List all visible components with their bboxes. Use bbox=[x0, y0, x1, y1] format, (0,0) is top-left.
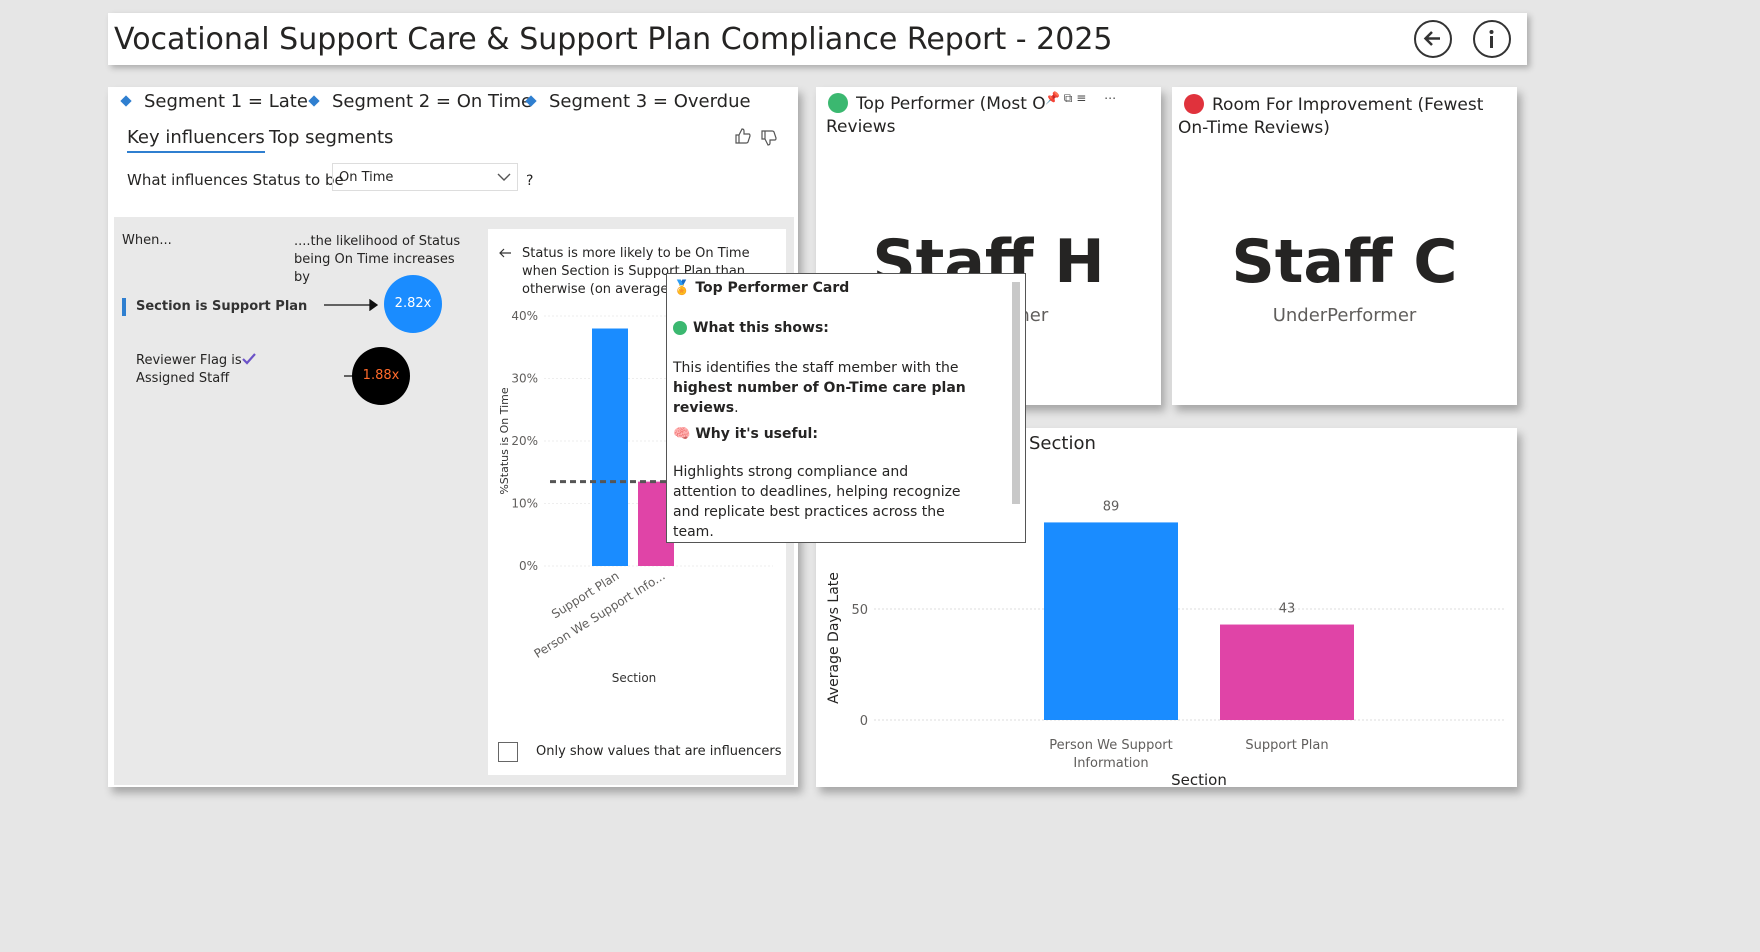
diamond-icon bbox=[120, 95, 132, 107]
room-for-improvement-card[interactable]: Room For Improvement (Fewest On-Time Rev… bbox=[1172, 87, 1517, 405]
y-tick-label: 0% bbox=[519, 559, 538, 573]
influencer-label-1[interactable]: Section is Support Plan bbox=[136, 299, 307, 314]
room-improvement-title: Room For Improvement (Fewest bbox=[1212, 95, 1484, 115]
dropdown-value: On Time bbox=[339, 170, 394, 185]
thumbs-up-icon[interactable] bbox=[734, 127, 752, 145]
back-arrow-icon[interactable] bbox=[498, 248, 512, 258]
question-label: What influences Status to be bbox=[127, 171, 344, 189]
data-label: 89 bbox=[1103, 499, 1120, 514]
selection-indicator bbox=[122, 298, 126, 316]
checkmark-icon bbox=[242, 353, 256, 365]
green-circle-icon bbox=[828, 93, 848, 113]
visual-header-icons[interactable]: 📌 ⧉ ≡ ⋯ bbox=[1045, 91, 1117, 106]
top-performer-title: Top Performer (Most On-Time Reviews bbox=[856, 94, 1046, 114]
thumbs-down-icon[interactable] bbox=[760, 129, 778, 147]
bar bbox=[592, 328, 628, 566]
x-tick-label: Information bbox=[1073, 756, 1148, 771]
underperformer-name: Staff C bbox=[1231, 227, 1458, 297]
tooltip-why-text: Highlights strong compliance and attenti… bbox=[673, 464, 961, 540]
y-tick-label: 30% bbox=[511, 372, 538, 386]
data-label: 43 bbox=[1279, 602, 1296, 617]
tooltip-what-text: This identifies the staff member with th… bbox=[673, 360, 966, 416]
y-tick-label: 0 bbox=[860, 714, 868, 729]
chevron-down-icon bbox=[497, 173, 511, 181]
influencer-bubble-2[interactable]: 1.88x bbox=[352, 347, 410, 405]
y-tick-label: 40% bbox=[511, 309, 538, 323]
y-axis-title: Average Days Late bbox=[826, 572, 842, 704]
influencer-bubble-1[interactable]: 2.82x bbox=[384, 275, 442, 333]
report-title: Vocational Support Care & Support Plan C… bbox=[114, 22, 1113, 57]
tooltip-title-row: 🏅 Top Performer Card bbox=[673, 280, 850, 296]
tooltip-why-heading: 🧠 Why it's useful: bbox=[673, 426, 818, 442]
y-tick-label: 50 bbox=[851, 603, 868, 618]
underperformer-subtitle: UnderPerformer bbox=[1272, 305, 1417, 326]
col-when-header: When... bbox=[122, 233, 172, 248]
back-arrow-icon[interactable] bbox=[1414, 20, 1452, 58]
pin-icon[interactable]: 📌 bbox=[1045, 91, 1060, 105]
legend-segment-3: Segment 3 = Overdue bbox=[525, 91, 751, 112]
brain-icon: 🧠 bbox=[673, 426, 691, 442]
report-title-bar: Vocational Support Care & Support Plan C… bbox=[108, 13, 1527, 65]
tab-key-influencers[interactable]: Key influencers bbox=[127, 127, 265, 153]
x-tick-label: Person We Support bbox=[1049, 738, 1172, 753]
tab-top-segments[interactable]: Top segments bbox=[269, 127, 393, 148]
y-axis-title: %Status is On Time bbox=[498, 387, 511, 495]
copy-icon[interactable]: ⧉ bbox=[1064, 91, 1073, 105]
x-axis-title: Section bbox=[612, 671, 657, 685]
col-likelihood-header: ....the likelihood of Status being On Ti… bbox=[294, 234, 461, 285]
green-circle-icon bbox=[673, 321, 687, 335]
y-tick-label: 10% bbox=[511, 497, 538, 511]
medal-icon: 🏅 bbox=[673, 280, 691, 296]
x-axis-title: Section bbox=[1171, 771, 1227, 787]
diamond-icon bbox=[308, 95, 320, 107]
legend-segment-2: Segment 2 = On Time bbox=[308, 91, 532, 112]
diamond-icon bbox=[525, 95, 537, 107]
filter-icon[interactable]: ≡ bbox=[1076, 91, 1086, 105]
arrow-right-icon bbox=[324, 299, 379, 311]
top-performer-tooltip: 🏅 Top Performer Card What this shows: Th… bbox=[666, 273, 1026, 543]
tooltip-what-heading: What this shows: bbox=[673, 320, 829, 336]
y-tick-label: 20% bbox=[511, 434, 538, 448]
status-dropdown[interactable]: On Time bbox=[332, 163, 518, 191]
legend-segment-1: Segment 1 = Late bbox=[120, 91, 308, 112]
influencer-label-2[interactable]: Reviewer Flag is Assigned Staff bbox=[136, 352, 256, 388]
checkbox-label: Only show values that are influencers bbox=[536, 744, 782, 759]
influencers-only-checkbox[interactable] bbox=[498, 742, 518, 762]
bar bbox=[1044, 522, 1178, 720]
tooltip-scrollbar[interactable] bbox=[1012, 282, 1020, 504]
room-improvement-title-line2: On-Time Reviews) bbox=[1178, 118, 1330, 138]
red-circle-icon bbox=[1184, 94, 1204, 114]
top-performer-title-line2: Reviews bbox=[826, 117, 896, 137]
bar bbox=[1220, 624, 1354, 720]
x-tick-label: Support Plan bbox=[1245, 738, 1328, 753]
info-icon[interactable] bbox=[1473, 20, 1511, 58]
question-mark: ? bbox=[526, 173, 534, 189]
more-options-icon[interactable]: ⋯ bbox=[1104, 91, 1116, 105]
